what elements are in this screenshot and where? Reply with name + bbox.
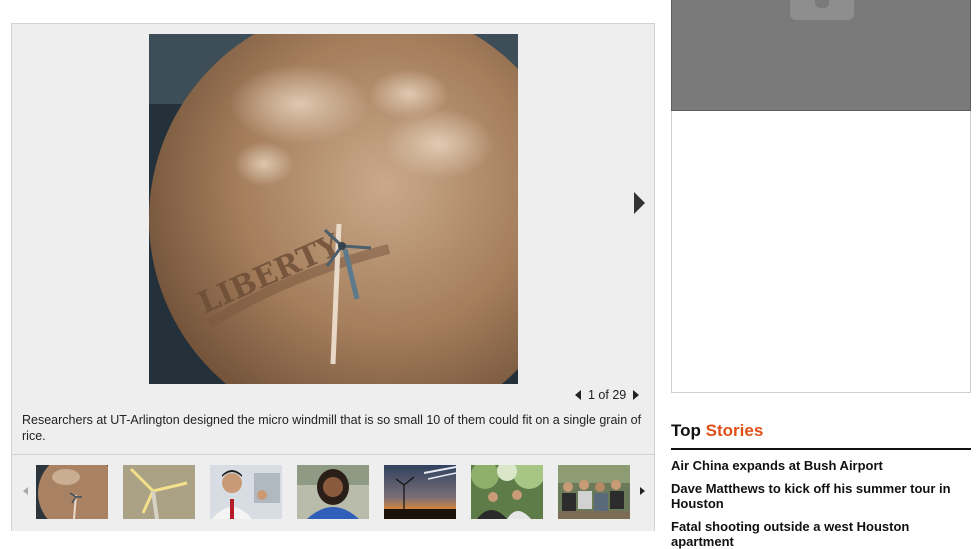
thumbnail-image <box>36 465 108 519</box>
story-link[interactable]: Dave Matthews to kick off his summer tou… <box>671 481 971 511</box>
heading-word-stories: Stories <box>705 421 764 440</box>
top-stories: Top Stories Air China expands at Bush Ai… <box>671 420 971 549</box>
thumbnail-2[interactable] <box>123 465 195 519</box>
thumbnail-7[interactable] <box>558 465 630 519</box>
thumb-next-icon[interactable] <box>637 483 647 499</box>
thumbnail-5[interactable] <box>384 465 456 519</box>
thumbnail-image <box>123 465 195 519</box>
pager-count: 1 of 29 <box>588 388 627 402</box>
thumbnail-image <box>384 465 456 519</box>
prev-photo-icon[interactable] <box>574 388 582 402</box>
next-photo-icon[interactable] <box>632 388 640 402</box>
top-stories-heading: Top Stories <box>671 420 971 450</box>
story-link[interactable]: Air China expands at Bush Airport <box>671 458 971 473</box>
photo-gallery: LIBERTY 1 of 29 Researchers at UT-Arling… <box>11 23 655 531</box>
thumbnail-image <box>471 465 543 519</box>
thumbnail-1[interactable] <box>36 465 108 519</box>
ad-slot-blank <box>671 111 971 393</box>
thumbnail-image <box>558 465 630 519</box>
ad-placeholder-icon <box>790 0 854 20</box>
thumbnail-4[interactable] <box>297 465 369 519</box>
penny-windmill-image: LIBERTY <box>149 34 518 384</box>
main-photo[interactable]: LIBERTY <box>149 34 518 384</box>
advertisement[interactable] <box>671 0 971 111</box>
thumbnail-strip <box>12 454 654 531</box>
thumbnail-image <box>210 465 282 519</box>
thumbnail-6[interactable] <box>471 465 543 519</box>
photo-caption: Researchers at UT-Arlington designed the… <box>22 413 642 443</box>
photo-pager: 1 of 29 <box>574 387 640 403</box>
story-list: Air China expands at Bush Airport Dave M… <box>671 458 971 549</box>
thumbnail-3[interactable] <box>210 465 282 519</box>
thumb-prev-icon[interactable] <box>20 483 30 499</box>
heading-word-top: Top <box>671 421 701 440</box>
next-photo-button[interactable] <box>631 190 647 216</box>
thumbnail-image <box>297 465 369 519</box>
